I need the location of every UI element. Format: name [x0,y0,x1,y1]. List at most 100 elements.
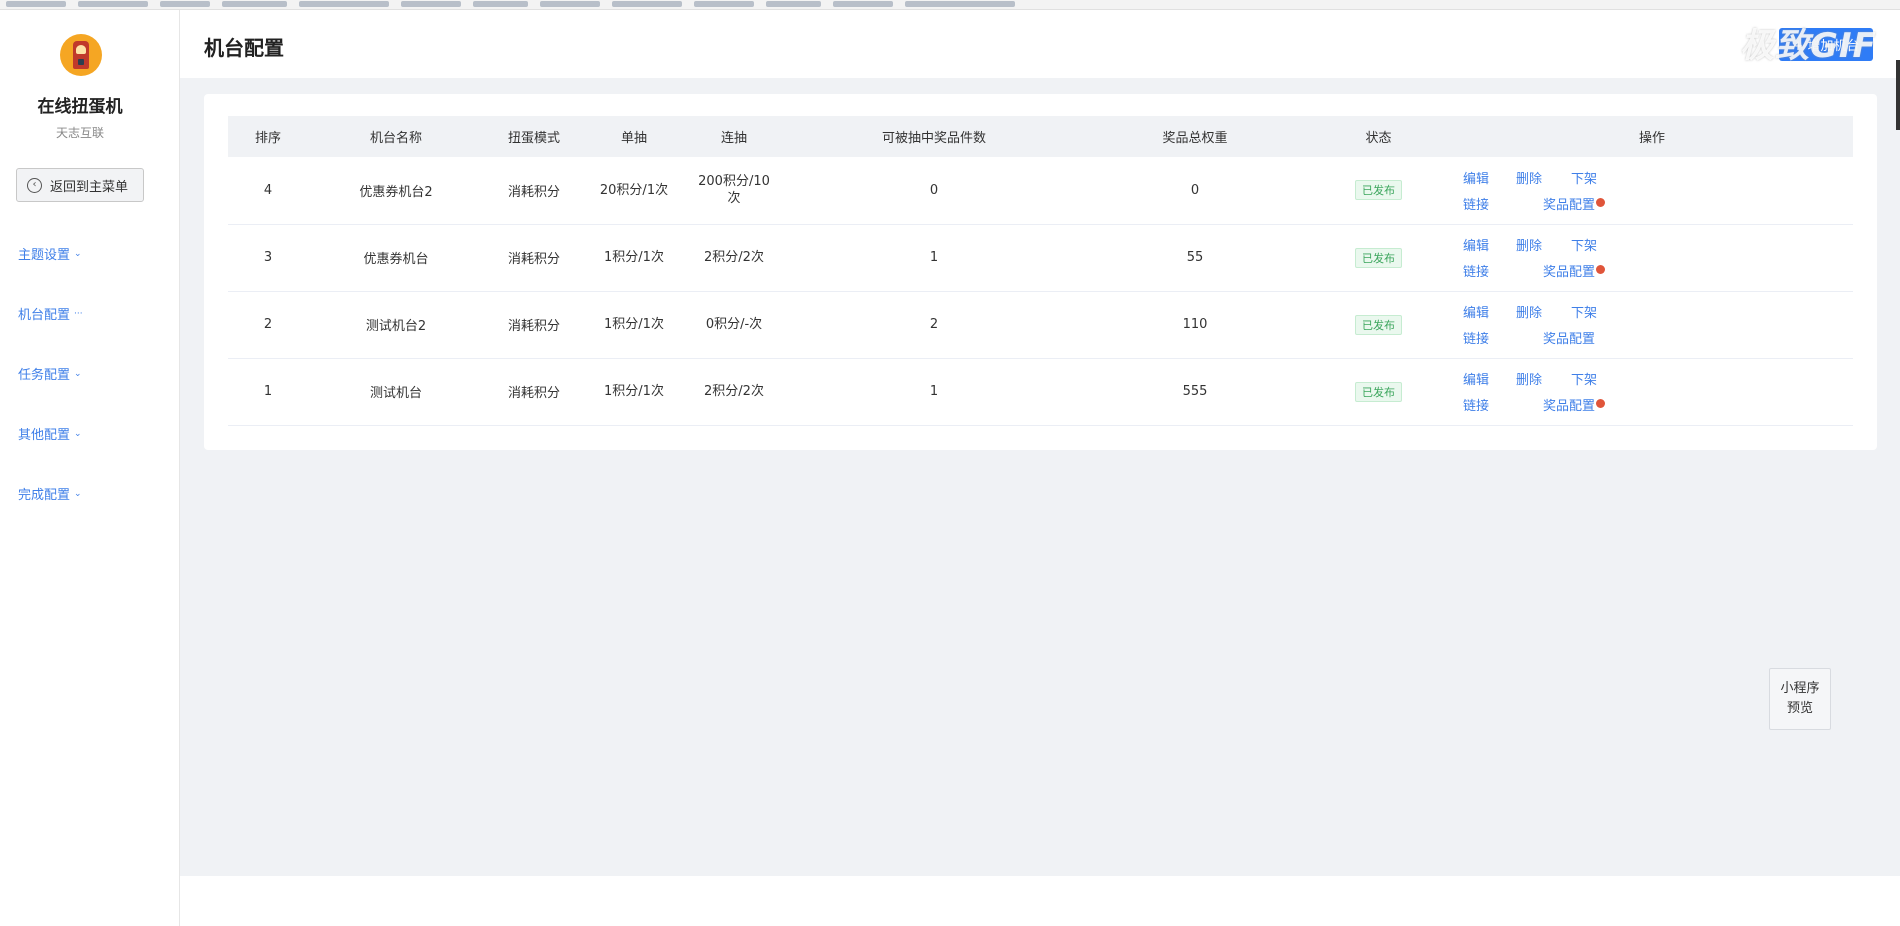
nav-label: 机台配置 [18,308,71,323]
unpublish-link[interactable]: 下架 [1571,235,1641,254]
prize-config-label: 奖品配置 [1543,399,1596,414]
cell-actions: 编辑 删除 下架 链接 奖品配置 [1451,157,1853,225]
cell-name: 测试机台2 [308,291,484,359]
status-badge: 已发布 [1355,381,1402,402]
edit-link[interactable]: 编辑 [1463,302,1516,321]
cell-mode: 消耗积分 [484,358,584,426]
status-badge: 已发布 [1355,247,1402,268]
cell-multi: 200积分/10次 [684,157,784,225]
watermark-logo: 极致GIF [1740,26,1877,66]
back-button-label: 返回到主菜单 [50,179,129,195]
nav-label: 主题设置 [18,248,71,263]
notification-dot-icon [1596,399,1606,408]
preview-line-2: 预览 [1786,701,1813,716]
chevron-down-icon: ⌄ [74,368,82,379]
col-name: 机台名称 [308,116,484,157]
col-single: 单抽 [584,116,684,157]
cell-actions: 编辑 删除 下架 链接 奖品配置 [1451,358,1853,426]
cell-prize-count: 0 [784,157,1084,225]
col-mode: 扭蛋模式 [484,116,584,157]
more-icon: ··· [74,308,83,319]
unpublish-link[interactable]: 下架 [1571,369,1641,388]
nav-finish-config[interactable]: 完成配置 ⌄ [18,484,82,503]
delete-link[interactable]: 删除 [1516,302,1571,321]
cell-order: 4 [228,157,308,225]
edit-link[interactable]: 编辑 [1463,369,1516,388]
chevron-left-circle-icon: ‹ [27,177,42,193]
cell-actions: 编辑 删除 下架 链接 奖品配置 [1451,291,1853,359]
edit-link[interactable]: 编辑 [1463,168,1516,187]
table-row: 4 优惠券机台2 消耗积分 20积分/1次 200积分/10次 0 0 已发布 … [228,157,1853,225]
status-badge: 已发布 [1355,314,1402,335]
cell-mode: 消耗积分 [484,224,584,292]
prize-config-link[interactable]: 奖品配置 [1516,328,1641,347]
cell-single: 20积分/1次 [584,157,684,225]
copy-link[interactable]: 链接 [1463,194,1516,213]
page-header: 机台配置 + 增加机台 极致GIF [180,10,1900,78]
nav-machine-config[interactable]: 机台配置 ··· [18,304,83,323]
copy-link[interactable]: 链接 [1463,395,1516,414]
edit-link[interactable]: 编辑 [1463,235,1516,254]
nav-label: 完成配置 [18,488,71,503]
table-row: 1 测试机台 消耗积分 1积分/1次 2积分/2次 1 555 已发布 编辑 删… [228,358,1853,426]
prize-config-label: 奖品配置 [1543,197,1596,213]
cell-order: 2 [228,291,308,359]
nav-theme-settings[interactable]: 主题设置 ⌄ [18,244,82,263]
chevron-down-icon: ⌄ [74,428,82,439]
cell-weight: 555 [1084,358,1306,426]
cell-name: 优惠券机台2 [308,157,484,225]
col-weight: 奖品总权重 [1084,116,1306,157]
cell-single: 1积分/1次 [584,358,684,426]
cell-multi: 2积分/2次 [684,358,784,426]
sidebar: 在线扭蛋机 天志互联 ‹ 返回到主菜单 主题设置 ⌄ 机台配置 ··· 任务配置… [0,10,180,926]
cell-single: 1积分/1次 [584,291,684,359]
prize-config-label: 奖品配置 [1543,265,1596,280]
unpublish-link[interactable]: 下架 [1571,302,1641,321]
table-row: 3 优惠券机台 消耗积分 1积分/1次 2积分/2次 1 55 已发布 编辑 删… [228,224,1853,292]
unpublish-link[interactable]: 下架 [1571,168,1641,187]
machine-table-card: 排序 机台名称 扭蛋模式 单抽 连抽 可被抽中奖品件数 奖品总权重 状态 操作 … [204,94,1877,450]
back-to-menu-button[interactable]: ‹ 返回到主菜单 [16,168,144,202]
scrollbar[interactable] [1896,60,1900,130]
main-content: 机台配置 + 增加机台 极致GIF 排序 机台名称 扭蛋模式 单抽 连抽 可被抽… [180,10,1900,876]
cell-name: 测试机台 [308,358,484,426]
notification-dot-icon [1596,265,1606,274]
machine-table: 排序 机台名称 扭蛋模式 单抽 连抽 可被抽中奖品件数 奖品总权重 状态 操作 … [228,116,1853,426]
cell-name: 优惠券机台 [308,224,484,292]
status-badge: 已发布 [1355,180,1402,201]
nav-label: 任务配置 [18,368,71,383]
copy-link[interactable]: 链接 [1463,328,1516,347]
delete-link[interactable]: 删除 [1516,235,1571,254]
cell-weight: 110 [1084,291,1306,359]
cell-order: 1 [228,358,308,426]
preview-line-1: 小程序 [1780,681,1820,696]
chevron-down-icon: ⌄ [74,488,82,499]
page-title: 机台配置 [204,36,284,60]
nav-label: 其他配置 [18,428,71,443]
prize-config-link[interactable]: 奖品配置 [1516,395,1641,414]
nav-other-config[interactable]: 其他配置 ⌄ [18,424,82,443]
delete-link[interactable]: 删除 [1516,369,1571,388]
col-status: 状态 [1306,116,1451,157]
table-row: 2 测试机台2 消耗积分 1积分/1次 0积分/-次 2 110 已发布 编辑 … [228,291,1853,359]
delete-link[interactable]: 删除 [1516,168,1571,187]
copy-link[interactable]: 链接 [1463,261,1516,280]
cell-mode: 消耗积分 [484,157,584,225]
prize-config-link[interactable]: 奖品配置 [1516,194,1641,213]
cell-status: 已发布 [1306,157,1451,225]
table-header-row: 排序 机台名称 扭蛋模式 单抽 连抽 可被抽中奖品件数 奖品总权重 状态 操作 [228,116,1853,157]
app-logo-icon [60,34,102,76]
cell-prize-count: 1 [784,224,1084,292]
app-name: 在线扭蛋机 [37,97,123,117]
prize-config-link[interactable]: 奖品配置 [1516,261,1641,280]
mini-program-preview-button[interactable]: 小程序 预览 [1769,668,1831,730]
col-multi: 连抽 [684,116,784,157]
cell-weight: 0 [1084,157,1306,225]
cell-single: 1积分/1次 [584,224,684,292]
cell-multi: 2积分/2次 [684,224,784,292]
cell-prize-count: 1 [784,358,1084,426]
col-order: 排序 [228,116,308,157]
nav-task-config[interactable]: 任务配置 ⌄ [18,364,82,383]
cell-multi: 0积分/-次 [684,291,784,359]
cell-status: 已发布 [1306,291,1451,359]
